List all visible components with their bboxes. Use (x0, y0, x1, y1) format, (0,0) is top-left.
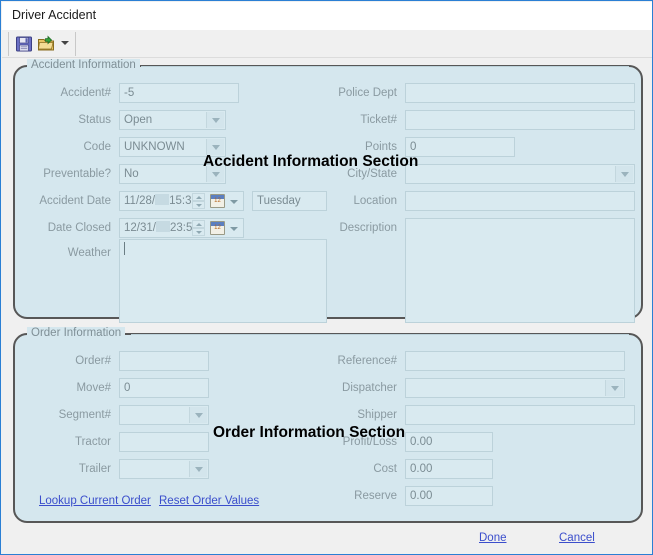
date-closed-value-pre: 12/31/ (124, 222, 156, 234)
move-number-label: Move# (25, 380, 111, 396)
ticket-number-input[interactable] (405, 110, 635, 130)
dispatcher-select[interactable] (405, 378, 625, 398)
spinner-up-icon[interactable] (192, 220, 205, 228)
accident-date-label: Accident Date (19, 193, 111, 209)
chevron-down-icon[interactable] (230, 227, 238, 231)
folder-export-icon[interactable] (37, 35, 55, 53)
reserve-input[interactable]: 0.00 (405, 486, 493, 506)
status-label: Status (25, 112, 111, 128)
order-number-input[interactable] (119, 351, 209, 371)
dispatcher-label: Dispatcher (303, 380, 397, 396)
accident-date-value-post: 15:3 (169, 195, 191, 207)
cost-label: Cost (303, 461, 397, 477)
spinner-down-icon[interactable] (192, 201, 205, 209)
code-label: Code (25, 139, 111, 155)
police-dept-input[interactable] (405, 83, 635, 103)
chevron-down-icon (189, 407, 207, 423)
accident-date-input[interactable]: 11/28/15:3 (119, 191, 244, 211)
preventable-label: Preventable? (19, 166, 111, 182)
calendar-icon[interactable] (210, 221, 225, 235)
ticket-number-label: Ticket# (303, 112, 397, 128)
weather-textarea[interactable] (119, 239, 327, 323)
trailer-label: Trailer (25, 461, 111, 477)
description-textarea[interactable] (405, 218, 635, 323)
date-closed-label: Date Closed (19, 220, 111, 236)
police-dept-label: Police Dept (303, 85, 397, 101)
toolbar (2, 30, 653, 58)
tractor-input[interactable] (119, 432, 209, 452)
order-caption-rule (131, 334, 629, 335)
chevron-down-icon (189, 461, 207, 477)
chevron-down-icon[interactable] (230, 200, 238, 204)
date-closed-year-selection (156, 221, 170, 232)
date-closed-text: 12/31/23:5 (124, 220, 192, 237)
city-state-select[interactable] (405, 164, 635, 184)
shipper-input[interactable] (405, 405, 635, 425)
reference-number-label: Reference# (303, 353, 397, 369)
segment-number-select[interactable] (119, 405, 209, 425)
weather-label: Weather (25, 245, 111, 261)
status-select[interactable]: Open (119, 110, 226, 130)
accident-caption-rule (141, 66, 629, 67)
chevron-down-icon (615, 166, 633, 182)
accident-number-input[interactable]: -5 (119, 83, 239, 103)
accident-information-group: Accident Information Accident# -5 Status… (13, 65, 643, 319)
window-titlebar: Driver Accident (2, 2, 653, 30)
preventable-select-value: No (124, 168, 139, 180)
accident-date-year-selection (155, 194, 169, 205)
window-title: Driver Accident (12, 8, 96, 22)
calendar-icon[interactable] (210, 194, 225, 208)
cost-input[interactable]: 0.00 (405, 459, 493, 479)
shipper-label: Shipper (303, 407, 397, 423)
accident-section-annotation: Accident Information Section (203, 153, 418, 171)
spinner-up-icon[interactable] (192, 193, 205, 201)
accident-number-label: Accident# (25, 85, 111, 101)
accident-group-caption: Accident Information (27, 59, 140, 71)
accident-date-text: 11/28/15:3 (124, 193, 192, 210)
date-closed-input[interactable]: 12/31/23:5 (119, 218, 244, 238)
date-closed-spinner[interactable] (192, 220, 205, 237)
location-label: Location (303, 193, 397, 209)
profit-loss-input[interactable]: 0.00 (405, 432, 493, 452)
driver-accident-window: Driver Accident (0, 0, 653, 555)
cancel-button[interactable]: Cancel (559, 532, 595, 544)
accident-date-value-pre: 11/28/ (124, 195, 155, 207)
code-select-value: UNKNOWN (124, 141, 185, 153)
chevron-down-icon[interactable] (61, 41, 69, 45)
move-number-input[interactable]: 0 (119, 378, 209, 398)
accident-date-spinner[interactable] (192, 193, 205, 210)
order-number-label: Order# (25, 353, 111, 369)
order-section-annotation: Order Information Section (213, 424, 405, 442)
description-label: Description (303, 220, 397, 236)
trailer-select[interactable] (119, 459, 209, 479)
lookup-current-order-link[interactable]: Lookup Current Order (39, 495, 151, 507)
text-cursor (124, 242, 125, 255)
reserve-label: Reserve (303, 488, 397, 504)
segment-number-label: Segment# (21, 407, 111, 423)
order-group-caption: Order Information (27, 327, 125, 339)
toolbar-button-group (8, 32, 76, 56)
done-button[interactable]: Done (479, 532, 507, 544)
chevron-down-icon (605, 380, 623, 396)
spinner-down-icon[interactable] (192, 228, 205, 236)
date-closed-value-post: 23:5 (170, 222, 192, 234)
points-input[interactable]: 0 (405, 137, 515, 157)
status-select-value: Open (124, 114, 152, 126)
chevron-down-icon (206, 112, 224, 128)
save-floppy-icon[interactable] (15, 35, 33, 53)
tractor-label: Tractor (25, 434, 111, 450)
reset-order-values-link[interactable]: Reset Order Values (159, 495, 259, 507)
location-input[interactable] (405, 191, 635, 211)
reference-number-input[interactable] (405, 351, 625, 371)
